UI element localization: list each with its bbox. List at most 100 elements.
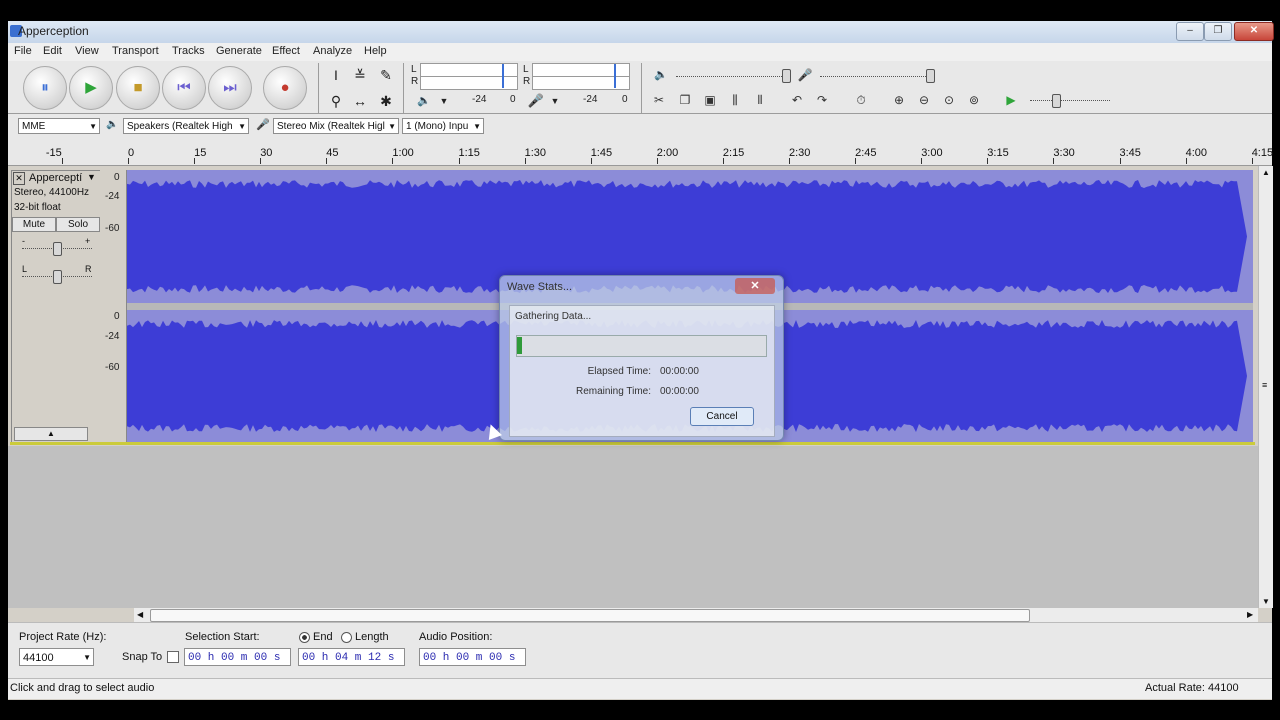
mute-button[interactable]: Mute (12, 217, 56, 232)
microphone-icon: 🎤 (256, 119, 270, 131)
audio-host-value: MME (22, 121, 46, 132)
zoom-tool-icon[interactable]: ⚲ (325, 90, 347, 112)
draw-tool-icon[interactable]: ✎ (375, 64, 397, 86)
dialog-close-button[interactable]: ✕ (735, 278, 775, 294)
menu-file[interactable]: File (14, 45, 32, 57)
skip-to-end-button[interactable]: ⏭ (208, 66, 252, 110)
skip-start-icon: ⏮ (177, 79, 191, 96)
play-at-speed-icon[interactable]: ▶ (1000, 90, 1022, 110)
input-volume-slider[interactable] (820, 76, 930, 77)
cancel-button[interactable]: Cancel (690, 407, 754, 426)
copy-icon[interactable]: ❐ (674, 90, 696, 110)
redo-icon[interactable]: ↷ (811, 90, 833, 110)
chevron-down-icon: ▼ (238, 122, 246, 131)
end-radio[interactable] (299, 632, 310, 643)
menu-help[interactable]: Help (364, 45, 387, 57)
progress-bar (516, 335, 767, 357)
paste-icon[interactable]: ▣ (699, 90, 721, 110)
zoom-in-icon[interactable]: ⊕ (888, 90, 910, 110)
pause-button[interactable]: ⏸ (23, 66, 67, 110)
scroll-left-icon[interactable]: ◀ (137, 610, 143, 619)
envelope-tool-icon[interactable]: ≚ (349, 64, 371, 86)
gain-slider-knob[interactable] (53, 242, 62, 256)
play-button[interactable]: ▶ (69, 66, 113, 110)
pan-slider-knob[interactable] (53, 270, 62, 284)
input-volume-icon: 🎤 (797, 68, 813, 82)
output-device-select[interactable]: Speakers (Realtek High ▼ (123, 118, 249, 134)
ruler-tick (722, 158, 724, 164)
snap-to-checkbox[interactable] (167, 651, 179, 663)
multi-tool-icon[interactable]: ✱ (375, 90, 397, 112)
scroll-down-icon[interactable]: ▼ (1262, 597, 1270, 606)
ruler-tick-label: 4:00 (1185, 147, 1208, 159)
silence-icon[interactable]: ⫴ (749, 90, 771, 110)
menu-view[interactable]: View (75, 45, 99, 57)
speaker-icon[interactable]: 🔈 (413, 90, 435, 112)
chevron-down-icon[interactable]: ▼ (544, 90, 566, 112)
project-rate-label: Project Rate (Hz): (19, 631, 107, 643)
selection-start-field[interactable]: 00 h 00 m 00 s (184, 648, 291, 666)
input-channels-select[interactable]: 1 (Mono) Inpu ▼ (402, 118, 484, 134)
menu-analyze[interactable]: Analyze (313, 45, 352, 57)
dialog-status: Gathering Data... (515, 311, 592, 322)
project-rate-select[interactable]: 44100 ▼ (19, 648, 94, 666)
play-speed-knob[interactable] (1052, 94, 1061, 108)
audio-host-select[interactable]: MME ▼ (18, 118, 100, 134)
fit-project-icon[interactable]: ⊚ (963, 90, 985, 110)
length-radio[interactable] (341, 632, 352, 643)
undo-icon[interactable]: ↶ (786, 90, 808, 110)
ruler-tick (921, 158, 923, 164)
zoom-out-icon[interactable]: ⊖ (913, 90, 935, 110)
menu-edit[interactable]: Edit (43, 45, 62, 57)
fit-selection-icon[interactable]: ⊙ (938, 90, 960, 110)
track-name-menu[interactable]: Apperceptí (29, 172, 87, 184)
remaining-time-label: Remaining Time: (575, 386, 651, 397)
ruler-tick (326, 158, 328, 164)
menu-tracks[interactable]: Tracks (172, 45, 205, 57)
output-volume-icon: 🔈 (654, 69, 668, 81)
db-label: -24 (105, 331, 120, 342)
menu-generate[interactable]: Generate (216, 45, 262, 57)
collapse-track-button[interactable]: ▲ (14, 427, 88, 441)
horizontal-scroll-thumb[interactable] (150, 609, 1030, 622)
input-device-value: Stereo Mix (Realtek Higl (277, 121, 385, 132)
stop-button[interactable]: ■ (116, 66, 160, 110)
status-bar (8, 678, 1272, 699)
play-speed-slider[interactable] (1030, 100, 1110, 101)
ruler-tick-label: 1:45 (590, 147, 613, 159)
selection-tool-icon[interactable]: I (325, 64, 347, 86)
scroll-right-icon[interactable]: ▶ (1247, 610, 1253, 619)
solo-button[interactable]: Solo (56, 217, 100, 232)
ruler-tick-label: 2:30 (789, 147, 811, 159)
selection-end-field[interactable]: 00 h 04 m 12 s (298, 648, 405, 666)
record-button[interactable]: ● (263, 66, 307, 110)
pan-left-label: L (22, 264, 28, 274)
timeshift-tool-icon[interactable]: ↔ (349, 90, 371, 112)
skip-to-start-button[interactable]: ⏮ (162, 66, 206, 110)
gain-plus-label: + (85, 236, 91, 246)
maximize-button[interactable]: ❐ (1204, 22, 1232, 41)
ruler-tick (61, 158, 63, 164)
output-volume-slider[interactable] (676, 76, 786, 77)
menu-effect[interactable]: Effect (272, 45, 300, 57)
output-volume-knob[interactable] (782, 69, 791, 83)
minimize-button[interactable]: ‒ (1176, 22, 1204, 41)
length-label: Length (355, 631, 389, 643)
ruler-tick-label: 30 (260, 147, 273, 159)
trim-icon[interactable]: ⫼ (724, 90, 746, 110)
close-button[interactable]: ✕ (1234, 22, 1274, 41)
menu-transport[interactable]: Transport (112, 45, 159, 57)
gain-minus-label: - (22, 236, 25, 246)
scroll-up-icon[interactable]: ▲ (1262, 168, 1270, 177)
input-volume-knob[interactable] (926, 69, 935, 83)
track-close-icon[interactable]: ✕ (13, 172, 25, 185)
cut-icon[interactable]: ✂ (648, 90, 670, 110)
sync-lock-icon[interactable]: ⏱ (850, 90, 872, 110)
chevron-down-icon[interactable]: ▼ (87, 172, 96, 182)
ruler-tick-label: 3:15 (987, 147, 1009, 159)
empty-track-space[interactable] (8, 446, 1258, 608)
audio-position-field[interactable]: 00 h 00 m 00 s (419, 648, 526, 666)
ruler-tick (656, 158, 658, 164)
input-device-select[interactable]: Stereo Mix (Realtek Higl ▼ (273, 118, 399, 134)
chevron-down-icon[interactable]: ▼ (433, 90, 455, 112)
